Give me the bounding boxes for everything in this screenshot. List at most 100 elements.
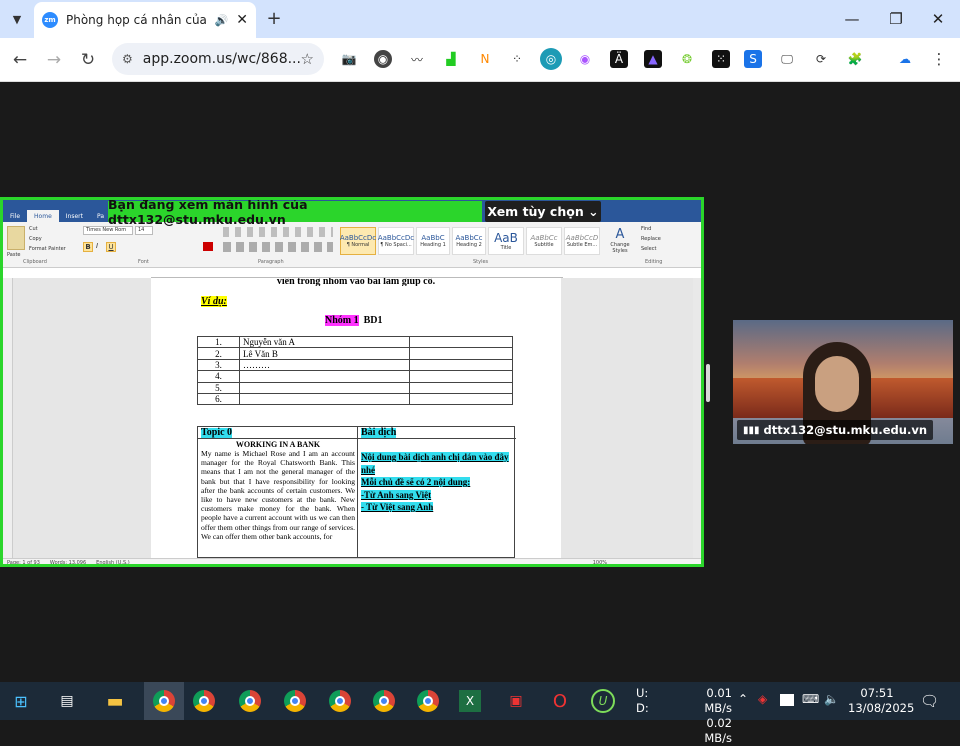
balloon-extension-icon[interactable]: ◉: [576, 50, 594, 68]
address-bar[interactable]: ⚙ app.zoom.us/wc/868... ☆: [112, 43, 324, 75]
style-sample: AaBbCcD: [565, 234, 599, 242]
find-button[interactable]: Find: [641, 226, 651, 232]
taskbar-clock[interactable]: 07:51 13/08/2025: [848, 686, 914, 716]
excel-icon[interactable]: X: [459, 690, 481, 712]
style-subtitle[interactable]: AaBbCc Subtitle: [526, 227, 562, 255]
close-tab-icon[interactable]: ✕: [236, 12, 248, 28]
font-size-box[interactable]: 14: [135, 226, 153, 235]
sync-extension-icon[interactable]: ⟳: [812, 50, 830, 68]
word-count[interactable]: Words: 13,096: [50, 560, 86, 564]
participant-video[interactable]: ▮▮▮ dttx132@stu.mku.edu.vn: [733, 320, 953, 444]
url-text[interactable]: app.zoom.us/wc/868...: [143, 51, 301, 67]
opera-icon[interactable]: O: [547, 688, 573, 714]
graph-extension-icon[interactable]: 〰: [408, 50, 426, 68]
profile-icon[interactable]: ☁: [894, 50, 916, 68]
dots-extension-icon[interactable]: ⁘: [508, 50, 526, 68]
font-name-box[interactable]: Times New Rom: [83, 226, 133, 235]
italic-button[interactable]: I: [96, 242, 98, 250]
view-options-button[interactable]: Xem tùy chọn ⌄: [485, 201, 601, 222]
style-no-spacing[interactable]: AaBbCcDc ¶ No Spaci...: [378, 227, 414, 255]
grid-extension-icon[interactable]: ⁙: [712, 50, 730, 68]
menu-kebab-icon[interactable]: ⋮: [930, 50, 948, 68]
notification-icon[interactable]: 🗨: [920, 692, 939, 710]
paste-label: Paste: [7, 252, 21, 258]
chrome-profile-icon[interactable]: [415, 688, 441, 714]
tray-chevron-icon[interactable]: ⌃: [738, 692, 748, 706]
restore-button[interactable]: ❐: [876, 4, 916, 34]
s-extension-icon[interactable]: S: [744, 50, 762, 68]
font-color-icon[interactable]: [203, 242, 213, 251]
word-tab-insert[interactable]: Insert: [59, 213, 90, 220]
bars-extension-icon[interactable]: ▟: [442, 50, 460, 68]
close-window-button[interactable]: ✕: [918, 4, 958, 34]
style-title[interactable]: AaB Title: [488, 227, 524, 255]
panel-resize-handle[interactable]: [706, 364, 710, 402]
monitor-extension-icon[interactable]: 🖵: [778, 50, 796, 68]
n-extension-icon[interactable]: N: [476, 50, 494, 68]
chrome-taskbar-active[interactable]: [144, 682, 184, 720]
triangle-extension-icon[interactable]: ▲: [644, 50, 662, 68]
tray-battery-icon[interactable]: [780, 694, 794, 706]
tray-volume-icon[interactable]: 🔈: [824, 692, 839, 706]
chatgpt-extension-icon[interactable]: ◎: [540, 48, 562, 70]
vertical-scrollbar[interactable]: [693, 278, 701, 558]
tray-app-icon[interactable]: ◈: [758, 692, 767, 706]
style-normal[interactable]: AaBbCcDc ¶ Normal: [340, 227, 376, 255]
browser-tab-zoom[interactable]: zm Phòng họp cá nhân của dttx 🔊 ✕: [34, 2, 256, 38]
instructions-block: Nội dung bài dịch anh chị dán vào đây nh…: [361, 451, 511, 514]
speaker-icon[interactable]: 🔊: [215, 14, 229, 27]
copy-label[interactable]: Copy: [29, 236, 42, 242]
a-extension-icon[interactable]: Ä: [610, 50, 628, 68]
style-name: Subtle Em...: [566, 242, 598, 248]
select-button[interactable]: Select: [641, 246, 656, 252]
table-cell: [409, 335, 513, 349]
style-heading-1[interactable]: AaBbC Heading 1: [416, 227, 450, 255]
chrome-profile-icon[interactable]: [191, 688, 217, 714]
zoom-level[interactable]: 100%: [593, 560, 607, 564]
circle-extension-icon[interactable]: ❂: [678, 50, 696, 68]
new-tab-button[interactable]: +: [262, 6, 286, 30]
site-info-icon[interactable]: ⚙: [122, 52, 133, 66]
tab-search-icon[interactable]: ▼: [6, 8, 28, 30]
bold-button[interactable]: B: [83, 242, 93, 252]
shield-extension-icon[interactable]: ◉: [374, 50, 392, 68]
back-button[interactable]: ←: [8, 48, 32, 72]
replace-button[interactable]: Replace: [641, 236, 661, 242]
bookmark-star-icon[interactable]: ☆: [301, 50, 314, 68]
change-styles-button[interactable]: A Change Styles: [607, 227, 633, 254]
page-count[interactable]: Page: 1 of 93: [7, 560, 40, 564]
translation-table: Topic 0 Bài dịch WORKING IN A BANK My na…: [197, 426, 516, 559]
chrome-profile-icon[interactable]: [237, 688, 263, 714]
row-number: 6.: [197, 392, 240, 406]
forward-button[interactable]: →: [42, 48, 66, 72]
underline-button[interactable]: U: [106, 242, 116, 252]
instruction-line: Mỗi chủ đề sẽ có 2 nội dung:: [361, 476, 511, 489]
word-tab-home[interactable]: Home: [27, 210, 59, 222]
alignment-tools[interactable]: [223, 242, 333, 252]
chrome-icon: [239, 690, 261, 712]
format-painter-label[interactable]: Format Painter: [29, 246, 66, 252]
chrome-profile-icon[interactable]: [371, 688, 397, 714]
language[interactable]: English (U.S.): [96, 560, 130, 564]
word-tab-file[interactable]: File: [3, 212, 28, 220]
reload-button[interactable]: ↻: [76, 48, 100, 72]
minimize-button[interactable]: —: [832, 4, 872, 34]
document-page[interactable]: viên trong nhóm vào bài làm giúp cô. Ví …: [151, 278, 561, 559]
camera-extension-icon[interactable]: 📷: [340, 50, 358, 68]
file-explorer-icon[interactable]: ▬: [102, 688, 128, 714]
style-name: Subtitle: [534, 242, 554, 248]
table-row: 2. Lê Văn B: [197, 347, 513, 360]
style-subtle-emphasis[interactable]: AaBbCcD Subtle Em...: [564, 227, 600, 255]
windows-start-icon[interactable]: ⊞: [8, 688, 34, 714]
tray-network-icon[interactable]: ⌨: [802, 692, 819, 706]
chrome-profile-icon[interactable]: [282, 688, 308, 714]
style-heading-2[interactable]: AaBbCc Heading 2: [452, 227, 486, 255]
upwork-icon[interactable]: U: [591, 689, 615, 713]
chrome-profile-icon[interactable]: [327, 688, 353, 714]
puzzle-extensions-icon[interactable]: 🧩: [846, 50, 864, 68]
paste-icon[interactable]: [7, 226, 25, 250]
recorder-icon[interactable]: ▣: [503, 688, 529, 714]
paragraph-tools[interactable]: [223, 227, 333, 237]
task-view-icon[interactable]: ▤: [54, 688, 80, 714]
cut-label[interactable]: Cut: [29, 226, 38, 232]
